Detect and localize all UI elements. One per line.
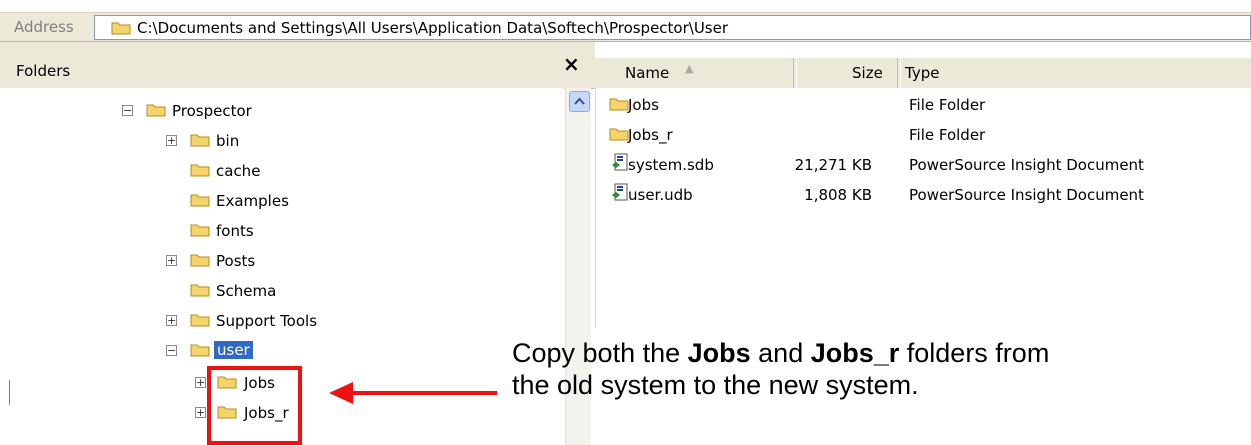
address-bar: Address C:\Documents and Settings\All Us… <box>0 12 1251 42</box>
folders-title: Folders <box>16 62 71 80</box>
column-header-size[interactable]: Size <box>852 64 883 82</box>
folder-icon <box>609 128 629 141</box>
expand-icon[interactable]: + <box>195 407 206 418</box>
sort-ascending-icon: ▲ <box>685 62 694 75</box>
close-icon[interactable]: × <box>563 52 580 76</box>
tree-item-label: bin <box>216 132 240 150</box>
file-size: 1,808 KB <box>804 186 872 204</box>
column-header-name[interactable]: Name <box>625 64 669 82</box>
folder-open-icon <box>146 104 166 117</box>
callout-text-part: and <box>750 338 811 368</box>
folder-open-icon <box>190 344 210 357</box>
file-type: File Folder <box>909 126 986 144</box>
expand-icon[interactable]: + <box>166 315 177 326</box>
file-type: PowerSource Insight Document <box>909 186 1144 204</box>
callout-text: Copy both the Jobs and Jobs_r folders fr… <box>512 337 1052 401</box>
tree-item-label: Schema <box>216 282 277 300</box>
address-label: Address <box>14 18 74 36</box>
file-list-header: Name ▲ Size Type <box>595 58 1251 89</box>
callout-bold-jobs: Jobs <box>687 338 751 368</box>
arrow-head <box>329 382 353 404</box>
tree-item-label: Prospector <box>172 102 252 120</box>
file-row[interactable]: Jobs_r File Folder <box>596 120 1251 148</box>
folder-icon <box>190 164 210 177</box>
folder-icon <box>111 22 131 35</box>
chevron-up-icon <box>574 97 585 105</box>
expand-icon[interactable]: + <box>166 255 177 266</box>
highlight-box <box>207 366 302 445</box>
file-name: user.udb <box>628 186 693 204</box>
collapse-icon[interactable]: − <box>166 345 177 356</box>
file-type: File Folder <box>909 96 986 114</box>
pane-edge <box>9 380 10 405</box>
file-type: PowerSource Insight Document <box>909 156 1144 174</box>
tree-item-label: Examples <box>216 192 289 210</box>
folder-icon <box>190 284 210 297</box>
expand-icon[interactable]: + <box>195 377 206 388</box>
folder-icon <box>190 314 210 327</box>
collapse-icon[interactable]: − <box>122 105 133 116</box>
tree-item-label-selected: user <box>214 341 253 359</box>
file-row[interactable]: Jobs File Folder <box>596 90 1251 118</box>
address-input[interactable]: C:\Documents and Settings\All Users\Appl… <box>94 15 1251 40</box>
arrow-line <box>352 391 497 395</box>
folder-icon <box>609 98 629 111</box>
file-size: 21,271 KB <box>794 156 872 174</box>
tree-item-label: Support Tools <box>216 312 318 330</box>
address-path: C:\Documents and Settings\All Users\Appl… <box>137 19 729 37</box>
file-name: Jobs <box>628 96 659 114</box>
scroll-up-button[interactable] <box>569 91 590 112</box>
folders-panel-header: Folders × <box>0 42 595 89</box>
column-header-type[interactable]: Type <box>905 64 939 82</box>
file-name: system.sdb <box>628 156 714 174</box>
tree-item-label: Posts <box>216 252 256 270</box>
folder-icon <box>190 254 210 267</box>
column-separator[interactable] <box>793 58 797 88</box>
tree-item-label: cache <box>216 162 261 180</box>
file-name: Jobs_r <box>628 126 673 144</box>
expand-icon[interactable]: + <box>166 135 177 146</box>
column-separator[interactable] <box>897 58 901 88</box>
document-icon <box>612 153 628 171</box>
folder-icon <box>190 194 210 207</box>
document-icon <box>612 183 628 201</box>
file-row[interactable]: system.sdb 21,271 KB PowerSource Insight… <box>596 150 1251 178</box>
tree-item-label: fonts <box>216 222 254 240</box>
callout-bold-jobs-r: Jobs_r <box>810 338 900 368</box>
file-row[interactable]: user.udb 1,808 KB PowerSource Insight Do… <box>596 180 1251 208</box>
folder-icon <box>190 224 210 237</box>
folder-icon <box>190 134 210 147</box>
file-list: Jobs File Folder Jobs_r File Folder syst… <box>595 88 1251 328</box>
callout-text-part: Copy both the <box>512 338 688 368</box>
